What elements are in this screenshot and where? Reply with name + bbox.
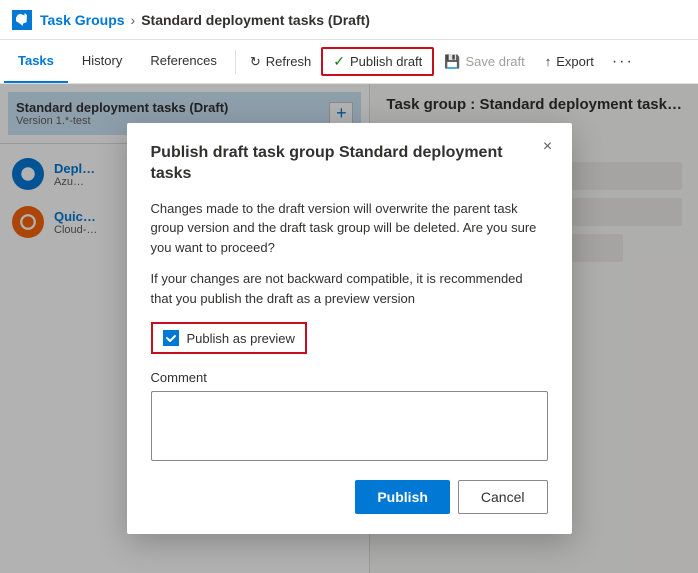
publish-button[interactable]: Publish <box>355 480 450 514</box>
dialog-close-button[interactable]: × <box>536 135 560 159</box>
modal-overlay: × Publish draft task group Standard depl… <box>0 84 698 573</box>
checkmark-icon: ✓ <box>333 53 345 70</box>
export-icon: ↑ <box>545 54 552 69</box>
export-button[interactable]: ↑ Export <box>535 50 604 73</box>
dialog-body-2: If your changes are not backward compati… <box>151 269 548 308</box>
save-icon: 💾 <box>444 54 460 70</box>
dialog-title: Publish draft task group Standard deploy… <box>151 143 548 185</box>
tab-references[interactable]: References <box>136 40 230 83</box>
tab-history[interactable]: History <box>68 40 136 83</box>
comment-label: Comment <box>151 370 207 385</box>
publish-preview-label: Publish as preview <box>187 331 295 346</box>
tab-tasks[interactable]: Tasks <box>4 40 68 83</box>
save-draft-button[interactable]: 💾 Save draft <box>434 50 534 74</box>
dialog-body-1: Changes made to the draft version will o… <box>151 199 548 258</box>
breadcrumb-parent[interactable]: Task Groups <box>40 12 125 28</box>
publish-preview-checkbox[interactable] <box>163 330 179 346</box>
breadcrumb: Task Groups › Standard deployment tasks … <box>40 12 370 28</box>
cancel-button[interactable]: Cancel <box>458 480 548 514</box>
publish-draft-button[interactable]: ✓ Publish draft <box>321 47 434 76</box>
refresh-button[interactable]: ↻ Refresh <box>240 50 321 74</box>
breadcrumb-current: Standard deployment tasks (Draft) <box>141 12 370 28</box>
azure-devops-icon <box>12 10 32 30</box>
publish-dialog: × Publish draft task group Standard depl… <box>127 123 572 534</box>
refresh-icon: ↻ <box>250 54 261 70</box>
comment-input[interactable] <box>151 391 548 461</box>
more-button[interactable]: ··· <box>604 49 642 75</box>
breadcrumb-separator: › <box>131 12 136 28</box>
